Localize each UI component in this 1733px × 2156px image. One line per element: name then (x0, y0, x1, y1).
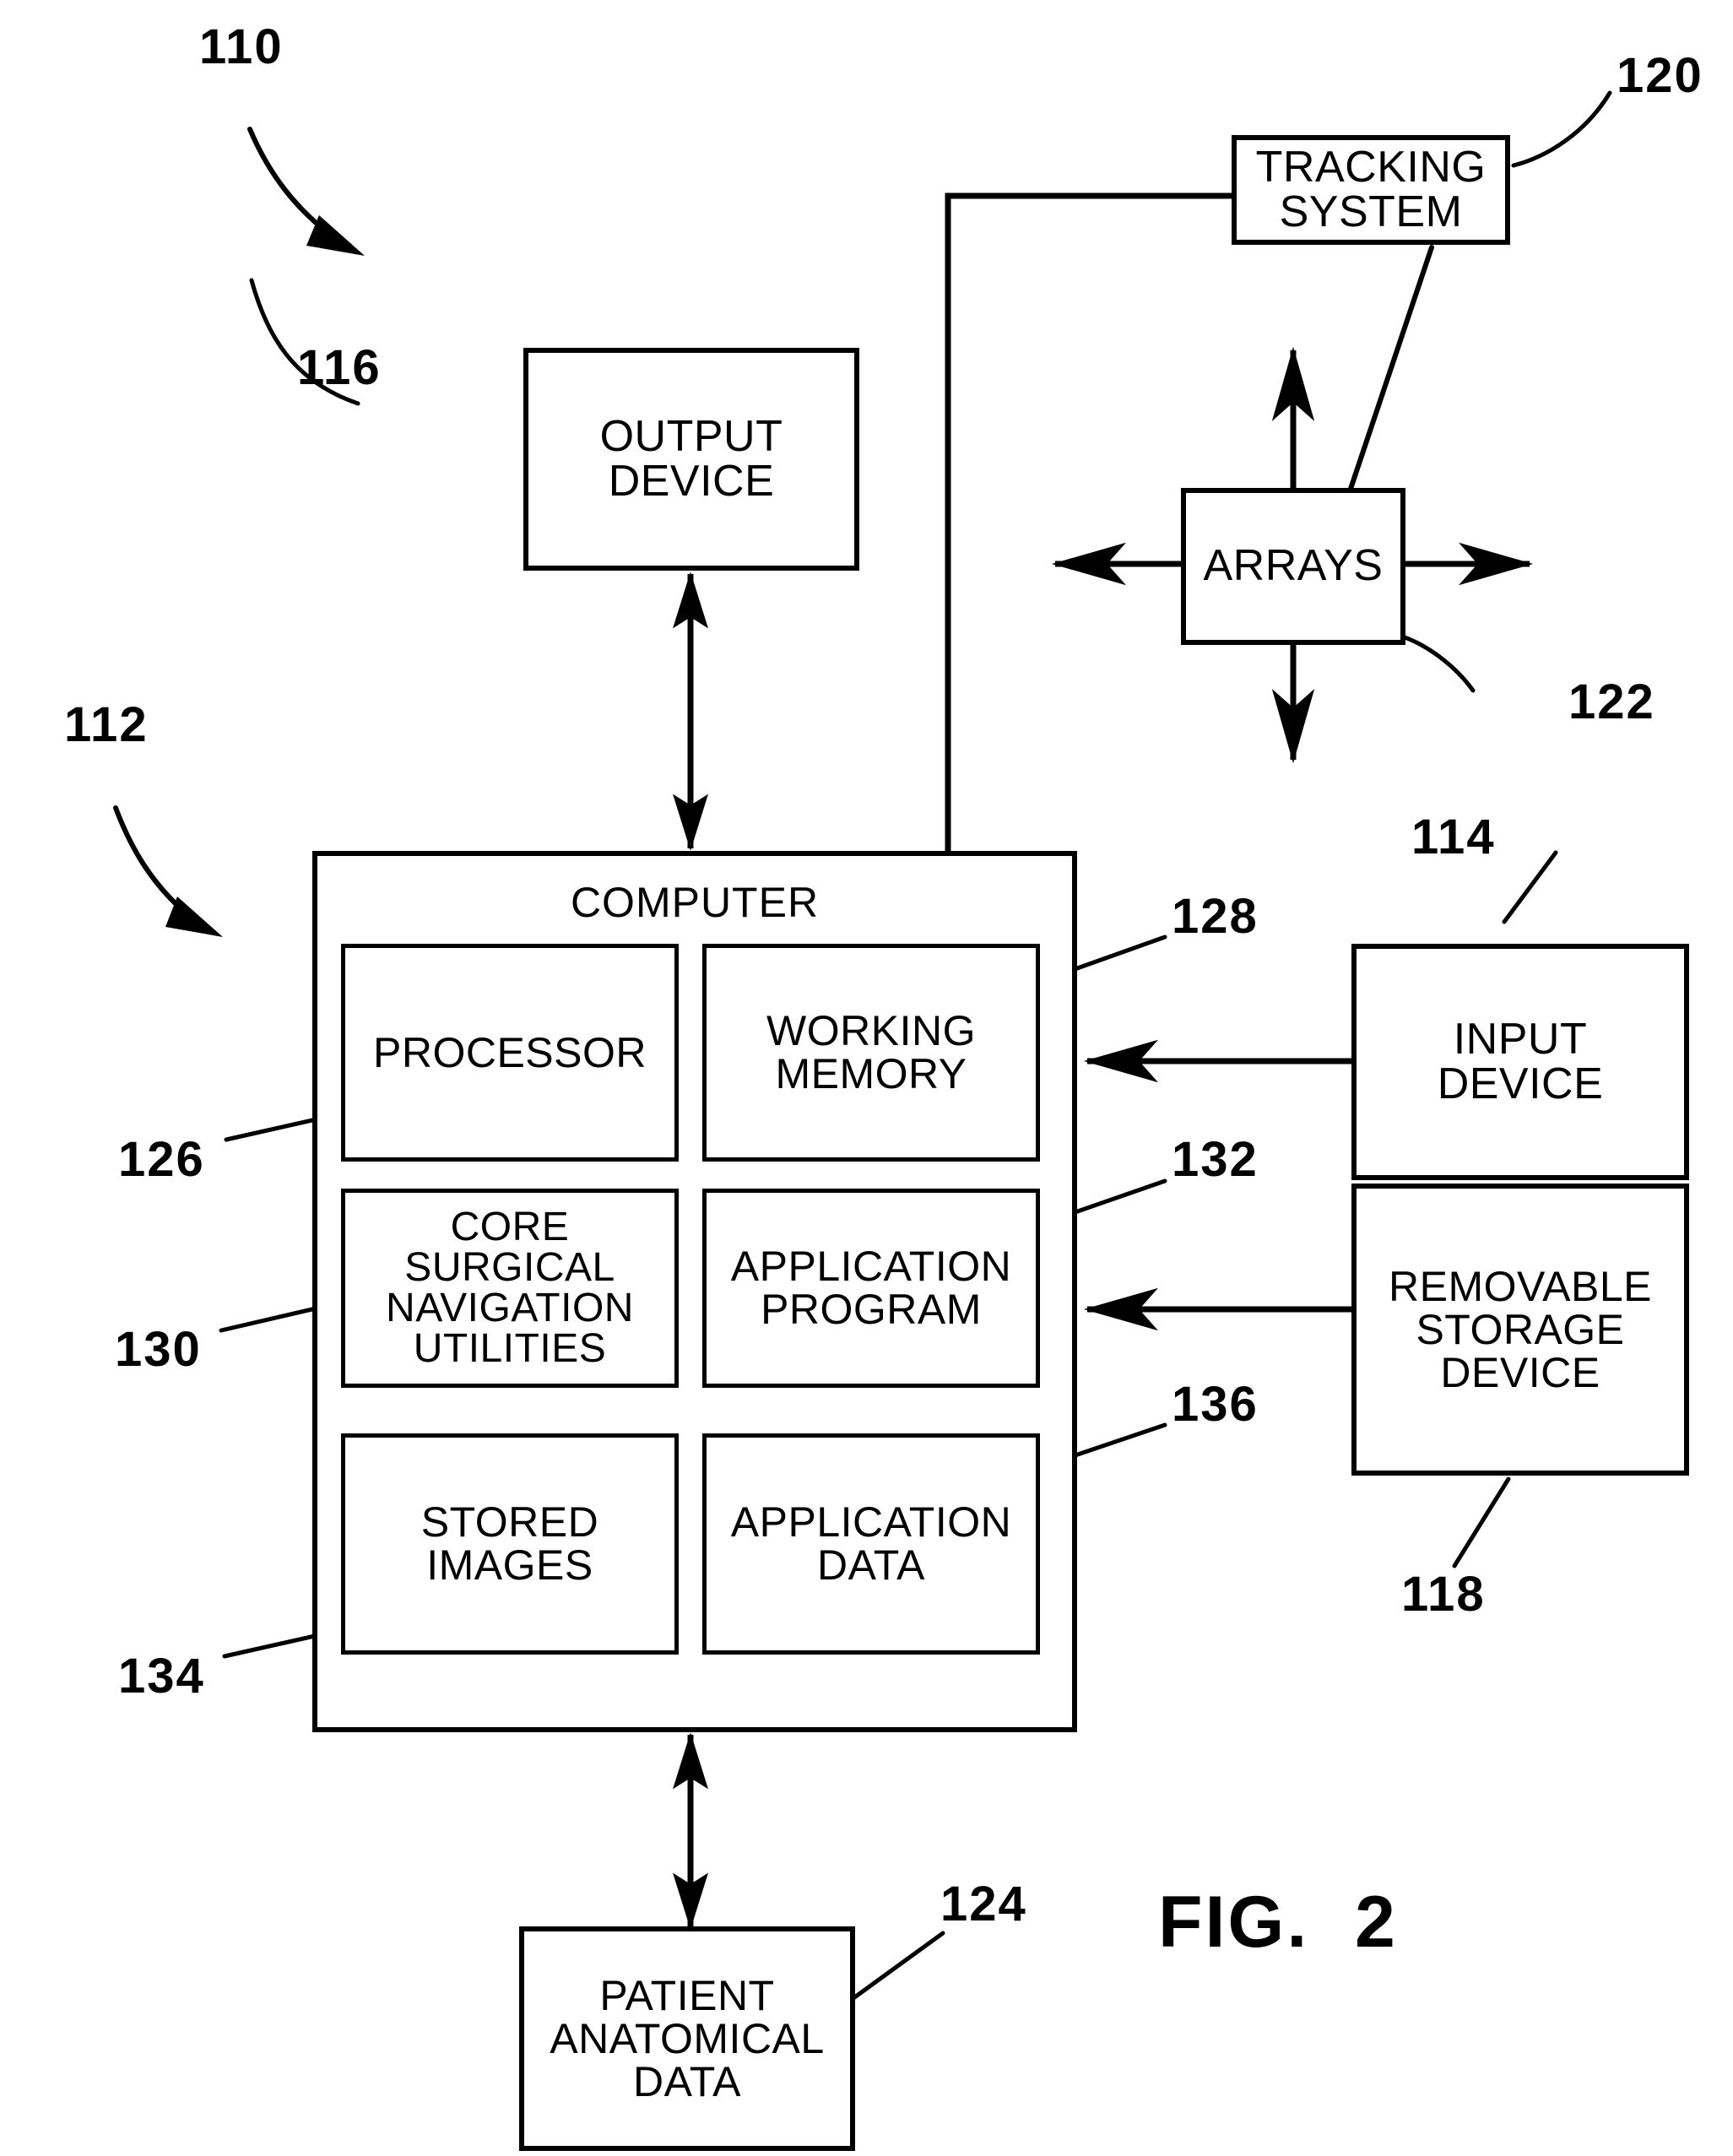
block-processor[interactable]: PROCESSOR (341, 944, 679, 1162)
block-patient-anatomical-data[interactable]: PATIENT ANATOMICAL DATA (519, 1926, 855, 2151)
block-application-program[interactable]: APPLICATION PROGRAM (702, 1189, 1040, 1388)
refnum-110: 110 (199, 19, 284, 74)
refnum-122: 122 (1568, 674, 1655, 729)
refnum-118: 118 (1401, 1567, 1486, 1622)
patent-figure-2: TRACKING SYSTEM ARRAYS OUTPUT DEVICE COM… (0, 0, 1733, 2156)
block-working-memory[interactable]: WORKING MEMORY (702, 944, 1040, 1162)
refnum-126: 126 (118, 1132, 205, 1187)
leader-120 (1511, 90, 1612, 168)
leader-124 (842, 1931, 945, 2007)
block-stored-images-label: STORED IMAGES (420, 1498, 599, 1589)
block-input-device[interactable]: INPUT DEVICE (1351, 944, 1689, 1180)
refnum-124: 124 (940, 1877, 1027, 1931)
refnum-112: 112 (64, 697, 149, 752)
refnum-132: 132 (1172, 1132, 1259, 1187)
block-application-data-label: APPLICATION DATA (730, 1498, 1012, 1589)
block-processor-label: PROCESSOR (372, 1028, 647, 1076)
block-application-data[interactable]: APPLICATION DATA (702, 1433, 1040, 1655)
block-output-device[interactable]: OUTPUT DEVICE (523, 348, 859, 571)
block-core-surgical-navigation-utilities-label: CORE SURGICAL NAVIGATION UTILITIES (386, 1205, 634, 1371)
block-removable-storage-device-label: REMOVABLE STORAGE DEVICE (1389, 1262, 1652, 1396)
connector-tracking-to-arrays (1348, 245, 1434, 491)
block-patient-anatomical-data-label: PATIENT ANATOMICAL DATA (550, 1971, 825, 2105)
figure-caption: FIG. 2 (1158, 1882, 1398, 1963)
block-stored-images[interactable]: STORED IMAGES (341, 1433, 679, 1655)
block-tracking-system-label: TRACKING SYSTEM (1255, 142, 1487, 236)
block-removable-storage-device[interactable]: REMOVABLE STORAGE DEVICE (1351, 1184, 1689, 1476)
block-arrays-label: ARRAYS (1203, 541, 1384, 591)
refnum-114: 114 (1411, 810, 1496, 864)
block-computer-title: COMPUTER (570, 879, 820, 926)
leader-118 (1452, 1476, 1511, 1568)
refnum-120: 120 (1617, 48, 1703, 103)
refnum-134: 134 (118, 1649, 205, 1704)
refnum-130: 130 (115, 1322, 202, 1377)
leader-114 (1502, 850, 1558, 924)
refnum-136: 136 (1172, 1377, 1259, 1432)
block-arrays[interactable]: ARRAYS (1181, 488, 1405, 645)
leader-122 (1395, 632, 1476, 693)
block-core-surgical-navigation-utilities[interactable]: CORE SURGICAL NAVIGATION UTILITIES (341, 1189, 679, 1388)
refnum-128: 128 (1172, 889, 1259, 944)
refnum-116: 116 (297, 340, 382, 395)
leader-110 (247, 127, 365, 256)
block-input-device-label: INPUT DEVICE (1437, 1014, 1604, 1108)
block-working-memory-label: WORKING MEMORY (766, 1007, 976, 1097)
leader-112 (113, 805, 223, 937)
block-output-device-label: OUTPUT DEVICE (599, 411, 783, 506)
block-application-program-label: APPLICATION PROGRAM (730, 1243, 1012, 1333)
block-tracking-system[interactable]: TRACKING SYSTEM (1232, 135, 1510, 245)
